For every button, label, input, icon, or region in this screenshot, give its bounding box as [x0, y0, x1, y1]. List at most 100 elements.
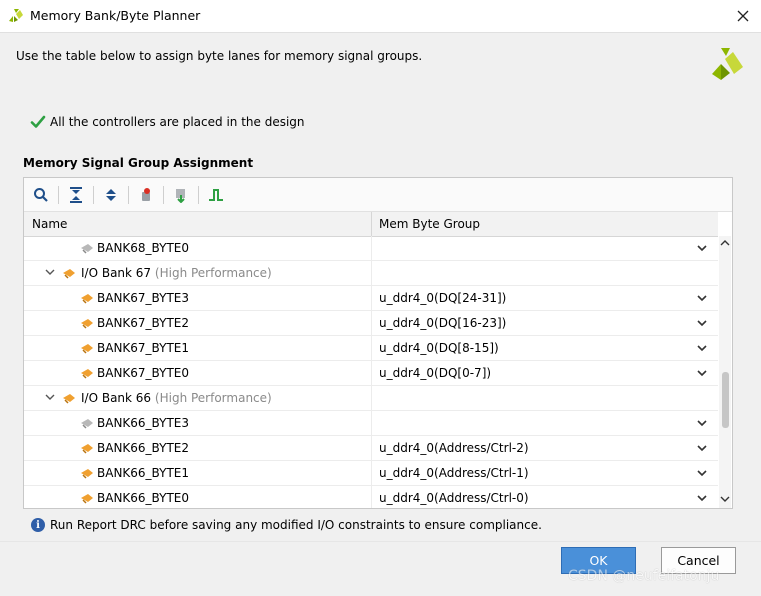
auto-assign-button[interactable] — [135, 184, 157, 206]
expand-all-icon — [106, 189, 116, 201]
mem-byte-group-value[interactable]: u_ddr4_0(Address/Ctrl-1) — [379, 466, 529, 480]
byte-group-icon — [80, 366, 94, 380]
byte-group-icon — [80, 341, 94, 355]
scroll-up-icon[interactable] — [720, 236, 730, 250]
chevron-down-icon[interactable] — [696, 492, 708, 504]
row-name: BANK67_BYTE2 — [97, 316, 189, 330]
table-row[interactable]: BANK67_BYTE3 u_ddr4_0(DQ[24-31]) — [24, 286, 718, 311]
export-button[interactable] — [170, 184, 192, 206]
chevron-down-icon[interactable] — [696, 467, 708, 479]
expand-all-button[interactable] — [100, 184, 122, 206]
table-row-bank[interactable]: I/O Bank 66 (High Performance) — [24, 386, 718, 411]
table-row[interactable]: BANK67_BYTE2 u_ddr4_0(DQ[16-23]) — [24, 311, 718, 336]
row-name: I/O Bank 67 (High Performance) — [81, 266, 272, 280]
info-text: Run Report DRC before saving any modifie… — [50, 518, 542, 532]
export-icon — [176, 189, 185, 203]
info-message: i Run Report DRC before saving any modif… — [31, 518, 542, 532]
section-title: Memory Signal Group Assignment — [23, 156, 254, 170]
row-name: BANK66_BYTE3 — [97, 416, 189, 430]
assignment-panel: Name Mem Byte Group BANK68_BYTE0 I/O Bank… — [23, 177, 733, 509]
mem-byte-group-value[interactable]: u_ddr4_0(DQ[0-7]) — [379, 366, 491, 380]
column-divider — [371, 386, 372, 411]
row-name: BANK67_BYTE0 — [97, 366, 189, 380]
chevron-down-icon[interactable] — [696, 417, 708, 429]
chevron-down-icon[interactable] — [696, 342, 708, 354]
row-name-text: BANK66_BYTE1 — [97, 466, 190, 480]
toolbar-divider — [93, 186, 94, 204]
mem-byte-group-value[interactable]: u_ddr4_0(Address/Ctrl-0) — [379, 491, 529, 505]
vertical-scrollbar[interactable] — [719, 236, 731, 508]
scrollbar-thumb[interactable] — [722, 372, 729, 428]
table-row[interactable]: BANK67_BYTE1 u_ddr4_0(DQ[8-15]) — [24, 336, 718, 361]
info-icon: i — [31, 518, 45, 532]
table-row[interactable]: BANK66_BYTE2 u_ddr4_0(Address/Ctrl-2) — [24, 436, 718, 461]
row-name: BANK68_BYTE0 — [97, 241, 189, 255]
column-header-group[interactable]: Mem Byte Group — [379, 212, 480, 236]
table-row[interactable]: BANK66_BYTE0 u_ddr4_0(Address/Ctrl-0) — [24, 486, 718, 508]
auto-assign-icon — [142, 188, 150, 201]
column-divider — [371, 261, 372, 286]
table-row[interactable]: BANK66_BYTE1 u_ddr4_0(Address/Ctrl-1) — [24, 461, 718, 486]
table-row-bank[interactable]: I/O Bank 67 (High Performance) — [24, 261, 718, 286]
signal-button[interactable] — [205, 184, 227, 206]
search-icon — [34, 188, 48, 202]
column-divider — [371, 411, 372, 436]
row-subtitle: (High Performance) — [154, 391, 272, 405]
row-subtitle: (High Performance) — [154, 266, 272, 280]
row-name-text: BANK66_BYTE0 — [97, 491, 190, 505]
row-name: BANK66_BYTE1 — [97, 466, 189, 480]
watermark: CSDN @neufeifatonju — [568, 568, 720, 584]
byte-group-icon — [62, 266, 76, 280]
table-row[interactable]: BANK66_BYTE3 — [24, 411, 718, 436]
mem-byte-group-value[interactable]: u_ddr4_0(DQ[16-23]) — [379, 316, 506, 330]
chevron-down-icon[interactable] — [696, 317, 708, 329]
byte-group-icon — [80, 241, 94, 255]
column-divider — [371, 361, 372, 386]
column-divider — [371, 336, 372, 361]
row-name: BANK67_BYTE1 — [97, 341, 189, 355]
row-name-text: BANK66_BYTE2 — [97, 441, 190, 455]
byte-group-icon — [80, 316, 94, 330]
chevron-down-icon[interactable] — [696, 442, 708, 454]
chevron-down-icon[interactable] — [696, 292, 708, 304]
scroll-down-icon[interactable] — [720, 492, 730, 506]
column-divider — [371, 486, 372, 508]
checkmark-icon — [30, 115, 46, 128]
close-button[interactable] — [731, 4, 755, 28]
xilinx-logo-icon — [712, 48, 743, 80]
byte-group-icon — [80, 441, 94, 455]
column-header-name[interactable]: Name — [32, 212, 67, 236]
row-name-text: BANK67_BYTE1 — [97, 341, 190, 355]
toolbar-divider — [58, 186, 59, 204]
xilinx-logo-icon — [9, 9, 23, 22]
column-divider — [371, 311, 372, 336]
byte-group-icon — [62, 391, 76, 405]
row-name-text: BANK67_BYTE2 — [97, 316, 190, 330]
toolbar-divider — [163, 186, 164, 204]
column-divider — [371, 212, 372, 236]
mem-byte-group-value[interactable]: u_ddr4_0(Address/Ctrl-2) — [379, 441, 529, 455]
byte-group-icon — [80, 466, 94, 480]
toolbar — [24, 178, 732, 212]
mem-byte-group-value[interactable]: u_ddr4_0(DQ[8-15]) — [379, 341, 499, 355]
table-row[interactable]: BANK68_BYTE0 — [24, 236, 718, 261]
chevron-down-icon[interactable] — [696, 242, 708, 254]
status-message: All the controllers are placed in the de… — [30, 114, 305, 130]
search-button[interactable] — [30, 184, 52, 206]
row-name-text: BANK67_BYTE0 — [97, 366, 190, 380]
row-name-text: BANK67_BYTE3 — [97, 291, 190, 305]
collapse-all-button[interactable] — [65, 184, 87, 206]
toolbar-divider — [198, 186, 199, 204]
row-name-text: I/O Bank 67 — [81, 266, 152, 280]
table-row[interactable]: BANK67_BYTE0 u_ddr4_0(DQ[0-7]) — [24, 361, 718, 386]
byte-group-icon — [80, 416, 94, 430]
close-icon — [737, 10, 749, 22]
row-name-text: BANK66_BYTE3 — [97, 416, 190, 430]
chevron-down-icon[interactable] — [696, 367, 708, 379]
title-bar: Memory Bank/Byte Planner — [0, 0, 761, 33]
expand-chevron-icon[interactable] — [44, 391, 56, 403]
mem-byte-group-value[interactable]: u_ddr4_0(DQ[24-31]) — [379, 291, 506, 305]
row-name-text: BANK68_BYTE0 — [97, 241, 190, 255]
instruction-text: Use the table below to assign byte lanes… — [16, 49, 423, 63]
expand-chevron-icon[interactable] — [44, 266, 56, 278]
